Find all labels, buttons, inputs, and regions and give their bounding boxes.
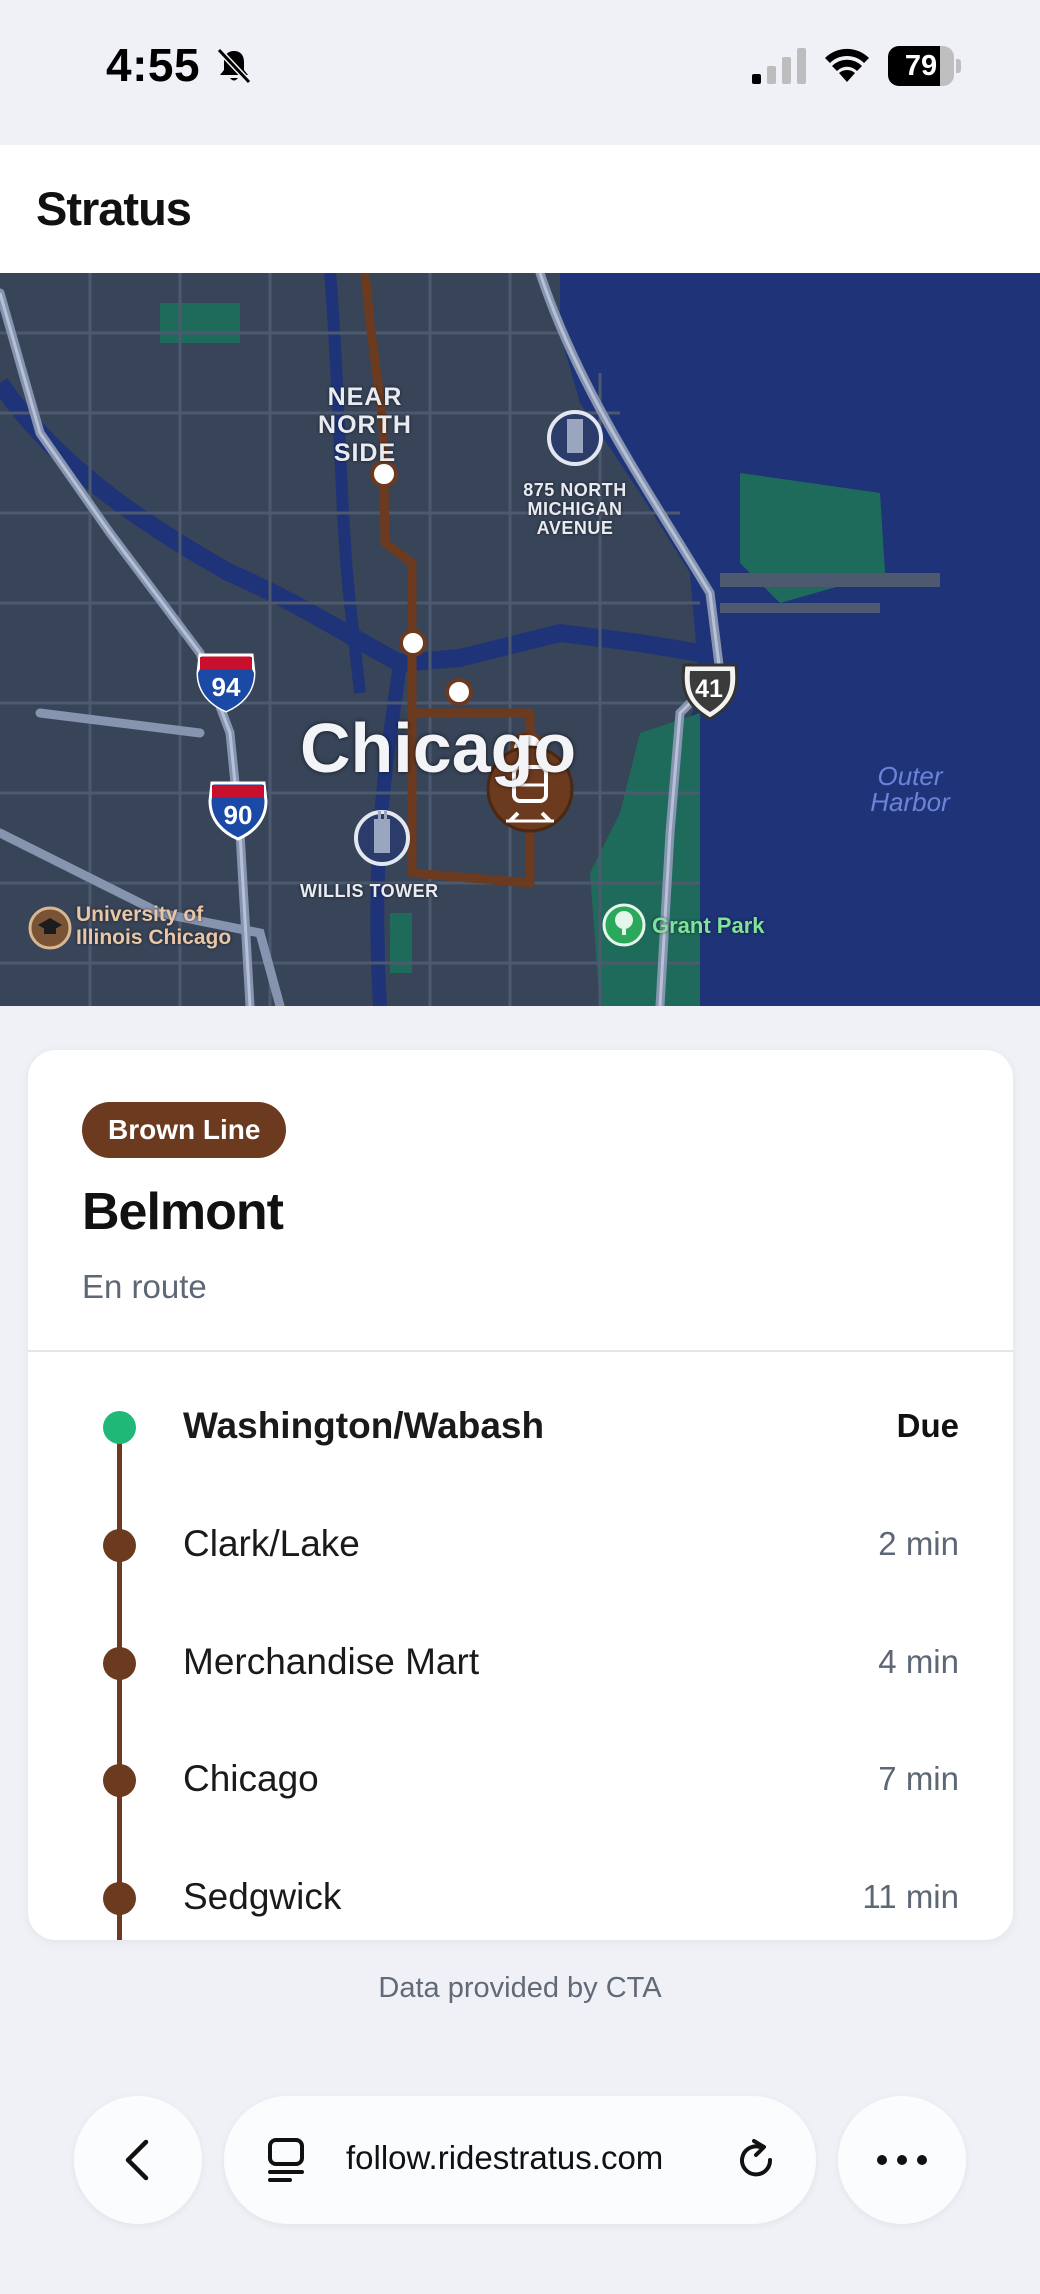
stop-name: Washington/Wabash	[183, 1405, 545, 1446]
status-bar: 4:55 79	[0, 0, 1040, 145]
stop-dot	[103, 1764, 136, 1797]
stop-eta: 7 min	[878, 1760, 959, 1797]
stop-dot	[103, 1647, 136, 1680]
tower-icon	[354, 810, 410, 866]
line-badge: Brown Line	[82, 1102, 287, 1158]
university-icon	[28, 906, 72, 950]
reload-icon[interactable]	[734, 2138, 780, 2184]
map-canvas[interactable]	[0, 273, 1040, 1006]
url-text[interactable]: follow.ridestratus.com	[346, 2139, 663, 2177]
stop-row: Chicago 7 min	[28, 1740, 1013, 1820]
building-icon	[547, 410, 603, 466]
shield-90-label: 90	[223, 800, 253, 830]
stop-eta: 4 min	[878, 1643, 959, 1680]
wifi-icon	[825, 48, 869, 82]
stop-name: Clark/Lake	[183, 1523, 360, 1564]
shield-41-label: 41	[695, 675, 723, 703]
map-label-grant-park: Grant Park	[652, 913, 765, 938]
destination-title: Belmont	[82, 1183, 284, 1241]
stop-row: Sedgwick 11 min	[28, 1858, 1013, 1938]
stop-eta: Due	[896, 1407, 959, 1444]
divider	[28, 1350, 1013, 1352]
stop-dot-current	[103, 1411, 136, 1444]
more-icon	[877, 2155, 927, 2165]
tabs-icon[interactable]	[264, 2136, 308, 2184]
map-label-willis-tower: WILLIS TOWER	[300, 881, 439, 901]
map-label-outer-harbor: Outer Harbor	[870, 761, 950, 817]
stop-dot	[103, 1529, 136, 1562]
battery-icon: 79	[888, 46, 961, 86]
back-button[interactable]	[74, 2096, 202, 2224]
url-bar[interactable]: follow.ridestratus.com	[224, 2096, 816, 2224]
stop-name: Chicago	[183, 1758, 319, 1799]
map-label-uic: University of Illinois Chicago	[76, 903, 232, 949]
stop-eta: 2 min	[878, 1525, 959, 1562]
stop-row: Clark/Lake 2 min	[28, 1505, 1013, 1585]
stop-eta: 11 min	[862, 1878, 959, 1915]
more-button[interactable]	[838, 2096, 966, 2224]
trip-status: En route	[82, 1268, 207, 1305]
stop-row: Merchandise Mart 4 min	[28, 1623, 1013, 1703]
battery-level: 79	[904, 50, 938, 82]
app-header: Stratus	[0, 145, 1040, 273]
map-label-city: Chicago	[300, 709, 577, 787]
app-title: Stratus	[36, 182, 192, 235]
shield-94-label: 94	[211, 672, 241, 702]
back-chevron-icon	[125, 2139, 149, 2181]
map-stop-marker	[399, 629, 427, 657]
stop-name: Merchandise Mart	[183, 1641, 480, 1682]
trip-card: Brown Line Belmont En route Washington/W…	[28, 1050, 1013, 1940]
map-label-875-north-michigan: 875 NORTH MICHIGAN AVENUE	[523, 480, 627, 538]
stop-row-current: Washington/Wabash Due	[28, 1387, 1013, 1467]
status-time: 4:55	[106, 39, 201, 91]
park-tree-icon	[602, 903, 646, 947]
bell-slash-icon	[216, 47, 252, 85]
cellular-signal-icon	[752, 48, 806, 84]
stop-name: Sedgwick	[183, 1876, 342, 1917]
map-view[interactable]: NEAR NORTH SIDE 875 NORTH MICHIGAN AVENU…	[0, 273, 1040, 1006]
stop-dot	[103, 1882, 136, 1915]
map-label-near-north-side: NEAR NORTH SIDE	[318, 383, 412, 467]
map-stop-marker	[445, 678, 473, 706]
data-attribution: Data provided by CTA	[378, 1972, 662, 2004]
